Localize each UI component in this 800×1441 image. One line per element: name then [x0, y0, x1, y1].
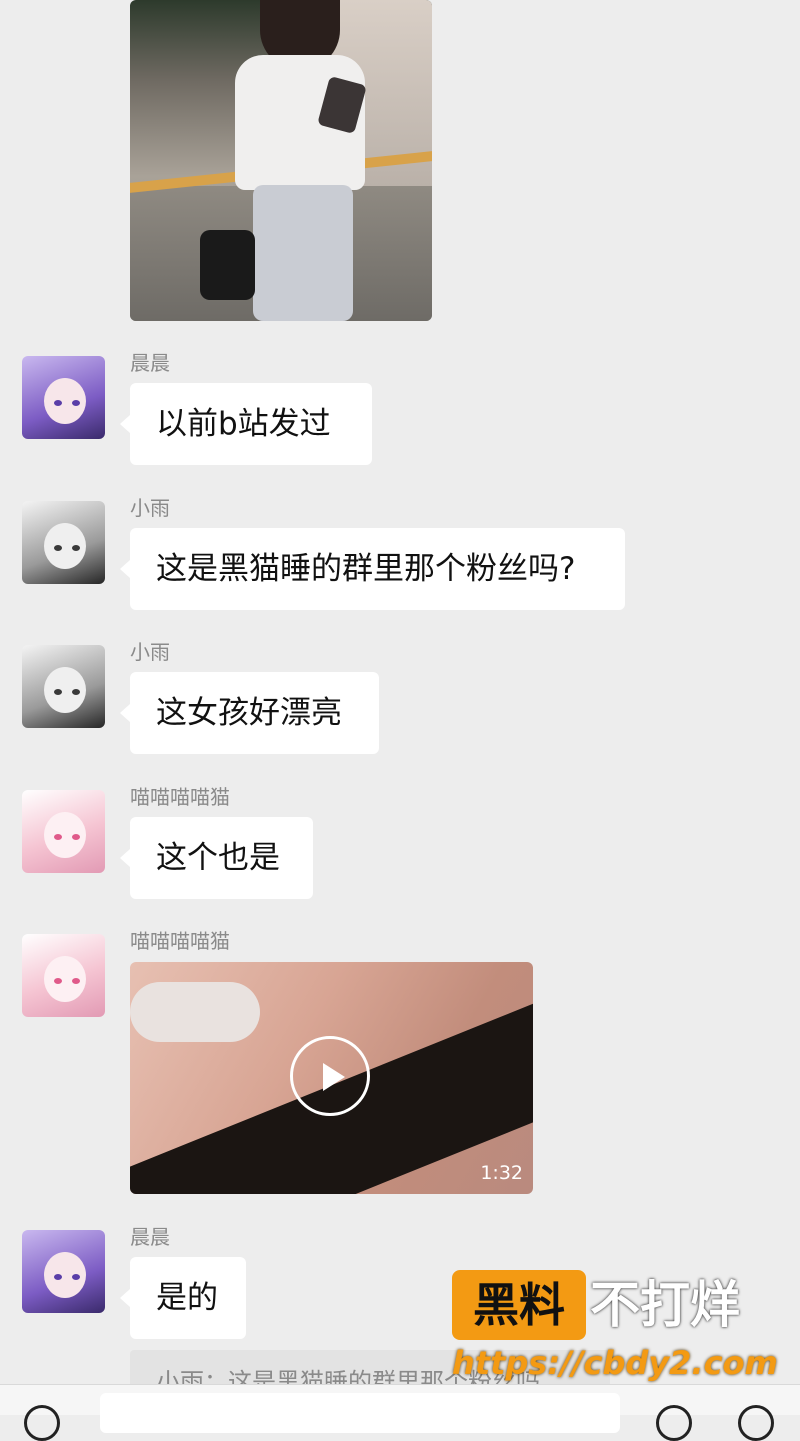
avatar-xiaoyu[interactable]	[22, 645, 105, 728]
message-bubble[interactable]: 是的	[120, 1257, 246, 1339]
message-input[interactable]	[100, 1393, 620, 1433]
avatar-miaomiao[interactable]	[22, 790, 105, 873]
sender-name: 喵喵喵喵猫	[130, 929, 230, 953]
message-bubble[interactable]: 这是黑猫睡的群里那个粉丝吗?	[120, 528, 625, 610]
play-icon[interactable]	[290, 1036, 370, 1116]
avatar-xiaoyu[interactable]	[22, 501, 105, 584]
watermark: 黑料 不打烊 https://cbdy2.com	[452, 1270, 782, 1390]
add-icon[interactable]	[738, 1405, 774, 1441]
voice-icon[interactable]	[24, 1405, 60, 1441]
message-bubble[interactable]: 这个也是	[120, 817, 313, 899]
sender-name: 晨晨	[130, 1225, 170, 1249]
watermark-url: https://cbdy2.com	[452, 1344, 778, 1382]
avatar-chenchen[interactable]	[22, 356, 105, 439]
sender-name: 小雨	[130, 496, 170, 520]
watermark-box: 黑料	[452, 1270, 586, 1340]
message-bubble[interactable]: 这女孩好漂亮	[120, 672, 379, 754]
shared-photo[interactable]	[130, 0, 432, 321]
sender-name: 喵喵喵喵猫	[130, 785, 230, 809]
avatar-chenchen[interactable]	[22, 1230, 105, 1313]
sender-name: 小雨	[130, 640, 170, 664]
sender-name: 晨晨	[130, 351, 170, 375]
avatar-miaomiao[interactable]	[22, 934, 105, 1017]
video-message[interactable]: 1:32	[130, 962, 533, 1194]
watermark-text: 不打烊	[590, 1276, 740, 1334]
video-duration: 1:32	[480, 1162, 523, 1184]
emoji-icon[interactable]	[656, 1405, 692, 1441]
message-bubble[interactable]: 以前b站发过	[120, 383, 372, 465]
